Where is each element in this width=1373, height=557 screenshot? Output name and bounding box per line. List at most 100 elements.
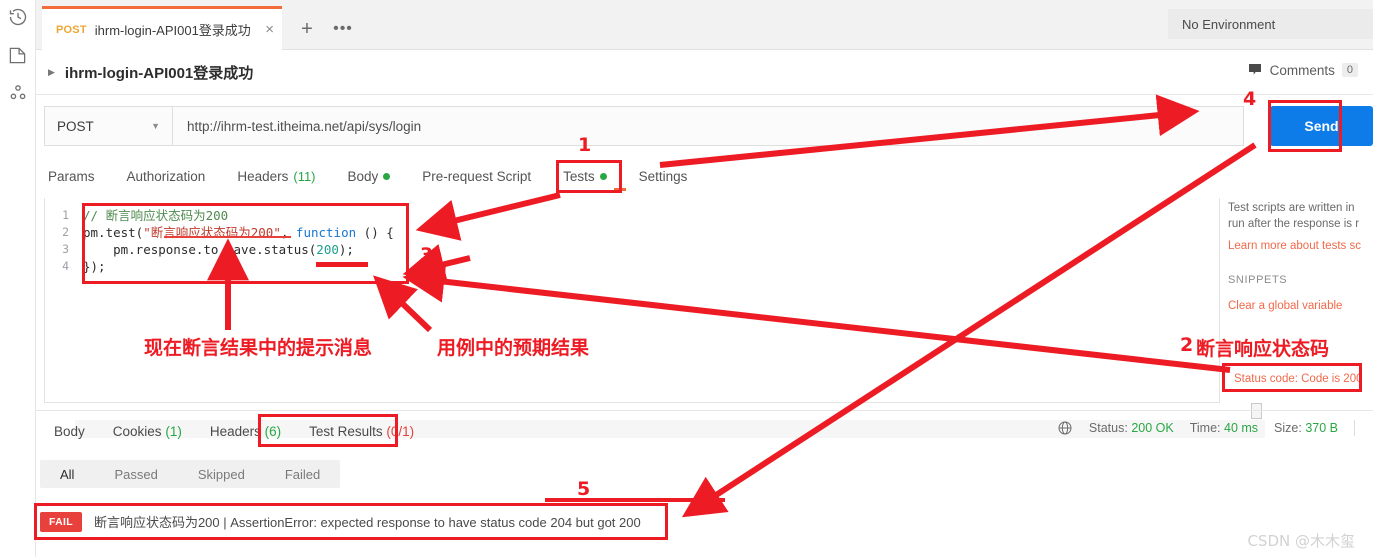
tab-headers-label: Headers bbox=[237, 168, 289, 184]
comments-button[interactable]: Comments 0 bbox=[1247, 62, 1358, 78]
tab-settings-label: Settings bbox=[638, 168, 688, 184]
time-label-group: Time: 40 ms bbox=[1190, 421, 1258, 435]
url-value: http://ihrm-test.itheima.net/api/sys/log… bbox=[187, 118, 422, 134]
tab-params[interactable]: Params bbox=[44, 169, 111, 184]
status-value: 200 OK bbox=[1131, 421, 1174, 435]
tab-test-results[interactable]: Test Results (0/1) bbox=[295, 424, 428, 439]
response-divider bbox=[36, 410, 1373, 411]
size-label-group: Size: 370 B bbox=[1274, 421, 1338, 435]
environment-label: No Environment bbox=[1182, 16, 1276, 32]
request-tabs: Params Authorization Headers (11) Body P… bbox=[44, 162, 703, 190]
annotation-label-expected-result: 用例中的预期结果 bbox=[437, 337, 590, 359]
tab-method-label: POST bbox=[56, 23, 87, 36]
size-value: 370 B bbox=[1305, 421, 1338, 435]
tab-tests[interactable]: Tests bbox=[547, 169, 623, 184]
help-paragraph-line1: Test scripts are written in bbox=[1228, 202, 1355, 214]
tab-response-cookies-label: Cookies bbox=[112, 423, 162, 439]
annotation-number-1: 1 bbox=[578, 134, 592, 156]
line-number: 4 bbox=[62, 259, 69, 273]
url-bar: POST ▼ http://ihrm-test.itheima.net/api/… bbox=[44, 106, 1244, 146]
tab-tests-label: Tests bbox=[563, 168, 595, 184]
filter-all[interactable]: All bbox=[40, 467, 94, 482]
annotation-label-assert-status: 断言响应状态码 bbox=[1196, 338, 1330, 360]
new-tab-button[interactable]: + bbox=[292, 16, 322, 42]
tests-status-dot-icon bbox=[599, 172, 607, 180]
filter-skipped[interactable]: Skipped bbox=[178, 467, 265, 482]
left-rail bbox=[0, 0, 36, 557]
tab-authorization[interactable]: Authorization bbox=[111, 169, 222, 184]
tab-response-body[interactable]: Body bbox=[40, 424, 99, 439]
apis-icon[interactable] bbox=[7, 82, 29, 104]
tab-body-label: Body bbox=[347, 168, 379, 184]
time-label: Time: bbox=[1189, 421, 1221, 435]
snippet-status-code-200-wrap: Status code: Code is 200 bbox=[1234, 369, 1363, 387]
tab-pre-request-script[interactable]: Pre-request Script bbox=[406, 169, 547, 184]
test-result-row: FAIL 断言响应状态码为200 | AssertionError: expec… bbox=[40, 506, 660, 537]
chevron-down-icon: ▼ bbox=[151, 121, 160, 131]
tab-strip: POST ihrm-login-API001登录成功 × + ••• No En… bbox=[36, 0, 1373, 50]
tab-body[interactable]: Body bbox=[332, 169, 407, 184]
request-tab[interactable]: POST ihrm-login-API001登录成功 × bbox=[42, 6, 282, 50]
editor-line-numbers: 1 2 3 4 bbox=[45, 198, 75, 403]
tab-response-cookies-count: (1) bbox=[165, 423, 182, 439]
string-underline-marker bbox=[164, 236, 291, 238]
filter-failed[interactable]: Failed bbox=[265, 467, 340, 482]
editor-scrollbar[interactable] bbox=[1251, 403, 1262, 419]
response-meta: Status: 200 OK Time: 40 ms Size: 370 B bbox=[1057, 420, 1355, 436]
comment-icon bbox=[1247, 62, 1263, 78]
history-icon[interactable] bbox=[7, 6, 29, 28]
annotation-underline-status bbox=[316, 262, 368, 267]
tab-settings[interactable]: Settings bbox=[623, 169, 704, 184]
http-method-select[interactable]: POST ▼ bbox=[44, 106, 172, 146]
tab-test-results-label: Test Results bbox=[309, 423, 383, 439]
tab-response-headers-count: (6) bbox=[264, 423, 282, 439]
tab-more-icon[interactable]: ••• bbox=[326, 16, 360, 42]
tab-headers-count: (11) bbox=[293, 168, 316, 184]
learn-more-link[interactable]: Learn more about tests sc bbox=[1228, 240, 1373, 252]
annotation-number-5: 5 bbox=[577, 478, 591, 500]
tab-response-cookies[interactable]: Cookies (1) bbox=[99, 424, 196, 439]
postman-window: POST ihrm-login-API001登录成功 × + ••• No En… bbox=[0, 0, 1373, 557]
tab-response-headers-label: Headers bbox=[209, 423, 261, 439]
status-label-group: Status: 200 OK bbox=[1089, 421, 1174, 435]
comments-count: 0 bbox=[1341, 63, 1358, 77]
test-result-filters: All Passed Skipped Failed bbox=[40, 460, 341, 488]
snippet-clear-global-variable[interactable]: Clear a global variable bbox=[1228, 300, 1373, 312]
annotation-underline-fail bbox=[545, 498, 725, 502]
line-number: 1 bbox=[62, 208, 69, 222]
snippets-heading: SNIPPETS bbox=[1228, 274, 1288, 286]
line-number: 3 bbox=[62, 242, 69, 256]
tab-authorization-label: Authorization bbox=[126, 168, 206, 184]
active-tab-indicator bbox=[614, 188, 626, 191]
expand-triangle-icon[interactable]: ▶ bbox=[48, 67, 55, 78]
http-method-value: POST bbox=[57, 118, 94, 134]
collections-icon[interactable] bbox=[7, 44, 29, 66]
tests-help-panel: Test scripts are written in run after th… bbox=[1228, 200, 1373, 312]
status-badge: FAIL bbox=[40, 511, 82, 532]
tests-script-editor[interactable]: 1 2 3 4 // 断言响应状态码为200 pm.test("断言响应状态码为… bbox=[44, 198, 1262, 419]
watermark: CSDN @木木玺 bbox=[1247, 532, 1355, 550]
annotation-number-3: 3 bbox=[420, 244, 434, 266]
tab-test-results-count: (0/1) bbox=[386, 423, 415, 439]
help-paragraph-line2: run after the response is r bbox=[1228, 218, 1360, 230]
snippet-status-code-200[interactable]: Status code: Code is 200 bbox=[1234, 373, 1363, 385]
tab-headers[interactable]: Headers (11) bbox=[221, 169, 331, 184]
code-comment: // 断言响应状态码为200 bbox=[83, 208, 229, 223]
tab-params-label: Params bbox=[48, 168, 95, 184]
line-number: 2 bbox=[62, 225, 69, 239]
size-label: Size: bbox=[1274, 421, 1302, 435]
page-title: ihrm-login-API001登录成功 bbox=[64, 64, 254, 82]
tab-response-body-label: Body bbox=[54, 423, 85, 439]
environment-selector[interactable]: No Environment bbox=[1168, 9, 1373, 39]
annotation-label-current-message: 现在断言结果中的提示消息 bbox=[144, 337, 373, 359]
filter-passed[interactable]: Passed bbox=[94, 467, 177, 482]
meta-divider bbox=[1354, 420, 1355, 436]
body-status-dot-icon bbox=[383, 172, 391, 180]
send-button[interactable]: Send bbox=[1270, 106, 1373, 146]
response-tabs: Body Cookies (1) Headers (6) Test Result… bbox=[40, 418, 428, 444]
url-input[interactable]: http://ihrm-test.itheima.net/api/sys/log… bbox=[172, 106, 1244, 146]
comments-label: Comments bbox=[1269, 62, 1335, 78]
test-result-message: 断言响应状态码为200 | AssertionError: expected r… bbox=[93, 515, 641, 530]
close-icon[interactable]: × bbox=[265, 22, 274, 37]
tab-response-headers[interactable]: Headers (6) bbox=[196, 424, 295, 439]
